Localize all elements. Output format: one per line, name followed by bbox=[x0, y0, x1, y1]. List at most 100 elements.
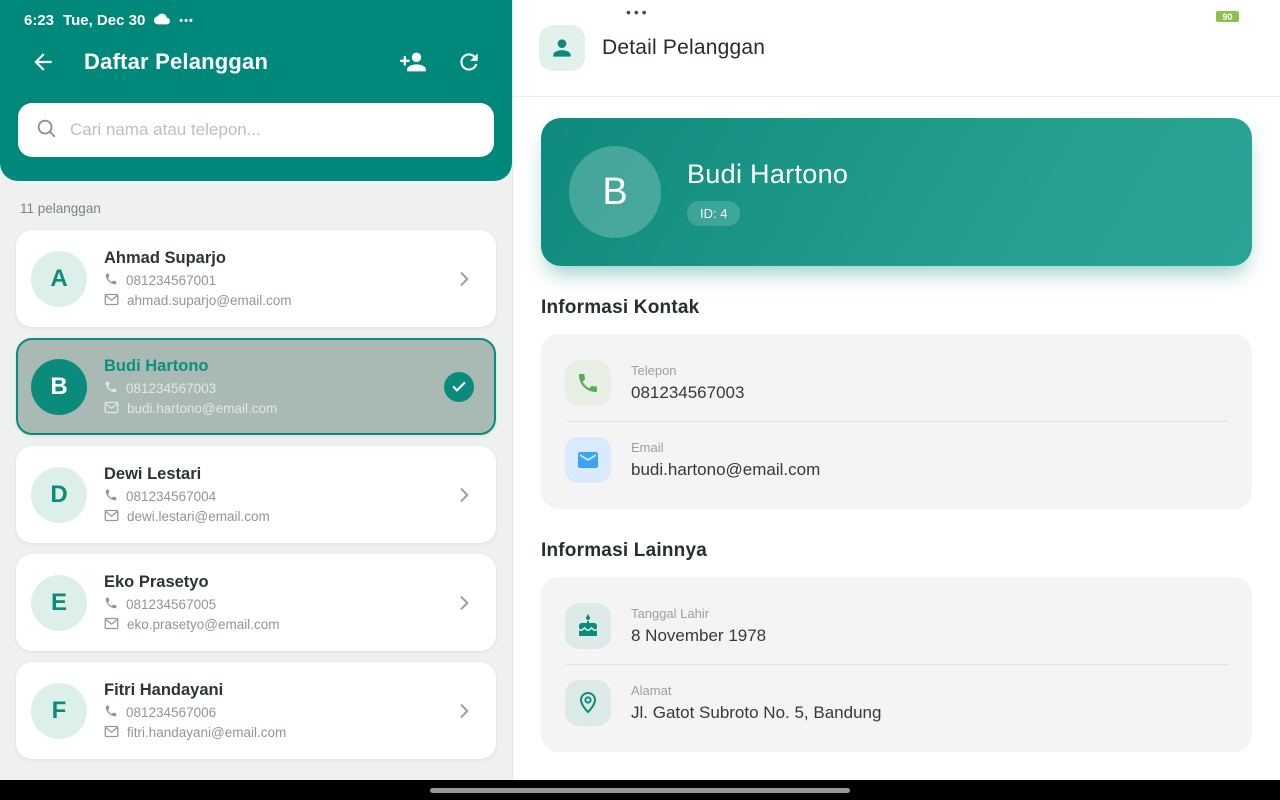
list-title: Daftar Pelanggan bbox=[84, 49, 268, 75]
customer-list: 11 pelanggan A Ahmad Suparjo 08123456700… bbox=[0, 181, 512, 780]
section-heading: Informasi Kontak bbox=[541, 297, 1252, 319]
customer-phone-row: 081234567005 bbox=[104, 596, 454, 613]
customer-email: ahmad.suparjo@email.com bbox=[127, 293, 292, 308]
refresh-button[interactable] bbox=[452, 45, 486, 79]
customer-email: fitri.handayani@email.com bbox=[127, 725, 286, 740]
cloud-icon bbox=[154, 12, 170, 29]
section-card: Tanggal Lahir 8 November 1978 Alamat Jl.… bbox=[541, 577, 1252, 752]
avatar: D bbox=[31, 467, 87, 523]
hero-avatar: B bbox=[569, 146, 661, 238]
customer-email-row: eko.prasetyo@email.com bbox=[104, 617, 454, 633]
section-heading: Informasi Lainnya bbox=[541, 540, 1252, 562]
person-icon bbox=[539, 25, 585, 71]
customer-name: Eko Prasetyo bbox=[104, 573, 454, 592]
customer-name: Fitri Handayani bbox=[104, 681, 454, 700]
back-button[interactable] bbox=[26, 45, 60, 79]
email-icon bbox=[565, 437, 611, 483]
chevron-right-icon bbox=[454, 485, 474, 505]
app-screen: 6:23 Tue, Dec 30 ••• Daftar Pelanggan bbox=[0, 0, 1280, 800]
phone-icon bbox=[565, 360, 611, 406]
bottom-nav-bar bbox=[0, 780, 1280, 800]
phone-icon bbox=[104, 596, 118, 613]
appbar: Daftar Pelanggan bbox=[0, 45, 512, 79]
detail-row: Tanggal Lahir 8 November 1978 bbox=[541, 589, 1252, 663]
status-notification-dots: ••• bbox=[179, 15, 194, 27]
customer-email-row: budi.hartono@email.com bbox=[104, 401, 444, 417]
phone-icon bbox=[104, 704, 118, 721]
status-bar: 6:23 Tue, Dec 30 ••• bbox=[0, 0, 512, 29]
detail-row-label: Alamat bbox=[631, 683, 881, 698]
detail-row-value: budi.hartono@email.com bbox=[631, 460, 820, 480]
customer-email-row: dewi.lestari@email.com bbox=[104, 509, 454, 525]
detail-section: Informasi Lainnya Tanggal Lahir 8 Novemb… bbox=[541, 540, 1252, 752]
customer-email: dewi.lestari@email.com bbox=[127, 509, 270, 524]
search-input[interactable] bbox=[70, 120, 477, 140]
section-card: Telepon 081234567003 Email budi.hartono@… bbox=[541, 334, 1252, 509]
customer-phone-row: 081234567006 bbox=[104, 704, 454, 721]
customer-list-item[interactable]: F Fitri Handayani 081234567006 fitri.han… bbox=[16, 662, 496, 759]
customer-phone: 081234567004 bbox=[126, 489, 216, 504]
avatar: E bbox=[31, 575, 87, 631]
location-icon bbox=[565, 680, 611, 726]
phone-icon bbox=[104, 488, 118, 505]
customer-phone: 081234567001 bbox=[126, 273, 216, 288]
customer-name: Dewi Lestari bbox=[104, 465, 454, 484]
chevron-right-icon bbox=[454, 701, 474, 721]
customer-email: budi.hartono@email.com bbox=[127, 401, 277, 416]
customer-list-item[interactable]: B Budi Hartono 081234567003 budi.hartono… bbox=[16, 338, 496, 435]
customer-phone-row: 081234567001 bbox=[104, 272, 454, 289]
customer-email: eko.prasetyo@email.com bbox=[127, 617, 280, 632]
window-drag-handle[interactable]: ••• bbox=[626, 4, 650, 20]
avatar: A bbox=[31, 251, 87, 307]
selected-check-icon bbox=[444, 372, 474, 402]
search-icon bbox=[35, 117, 57, 144]
email-icon bbox=[104, 509, 119, 525]
detail-row: Alamat Jl. Gatot Subroto No. 5, Bandung bbox=[541, 666, 1252, 740]
search-bar[interactable] bbox=[18, 103, 494, 157]
detail-row: Email budi.hartono@email.com bbox=[541, 423, 1252, 497]
customer-name: Budi Hartono bbox=[104, 357, 444, 376]
customer-id-badge: ID: 4 bbox=[687, 201, 740, 226]
customer-hero-card: B Budi Hartono ID: 4 bbox=[541, 118, 1252, 266]
customer-name: Ahmad Suparjo bbox=[104, 249, 454, 268]
detail-row-label: Tanggal Lahir bbox=[631, 606, 766, 621]
detail-row-label: Telepon bbox=[631, 363, 744, 378]
customer-phone: 081234567006 bbox=[126, 705, 216, 720]
detail-row-label: Email bbox=[631, 440, 820, 455]
email-icon bbox=[104, 293, 119, 309]
hero-customer-name: Budi Hartono bbox=[687, 159, 848, 190]
customer-email-row: ahmad.suparjo@email.com bbox=[104, 293, 454, 309]
customer-list-panel: 6:23 Tue, Dec 30 ••• Daftar Pelanggan bbox=[0, 0, 512, 780]
customer-phone: 081234567003 bbox=[126, 381, 216, 396]
detail-row-value: 081234567003 bbox=[631, 383, 744, 403]
chevron-right-icon bbox=[454, 269, 474, 289]
customer-list-item[interactable]: D Dewi Lestari 081234567004 dewi.lestari… bbox=[16, 446, 496, 543]
detail-row-value: Jl. Gatot Subroto No. 5, Bandung bbox=[631, 703, 881, 723]
email-icon bbox=[104, 725, 119, 741]
add-customer-button[interactable] bbox=[396, 45, 430, 79]
email-icon bbox=[104, 401, 119, 417]
detail-title: Detail Pelanggan bbox=[602, 36, 765, 60]
list-header: 6:23 Tue, Dec 30 ••• Daftar Pelanggan bbox=[0, 0, 512, 181]
customer-phone-row: 081234567003 bbox=[104, 380, 444, 397]
avatar: B bbox=[31, 359, 87, 415]
detail-content: B Budi Hartono ID: 4 Informasi Kontak Te… bbox=[513, 97, 1280, 752]
customer-list-item[interactable]: E Eko Prasetyo 081234567005 eko.prasetyo… bbox=[16, 554, 496, 651]
status-date: Tue, Dec 30 bbox=[63, 12, 145, 29]
email-icon bbox=[104, 617, 119, 633]
gesture-bar[interactable] bbox=[430, 788, 850, 793]
customer-phone-row: 081234567004 bbox=[104, 488, 454, 505]
detail-section: Informasi Kontak Telepon 081234567003 Em… bbox=[541, 297, 1252, 509]
detail-row-value: 8 November 1978 bbox=[631, 626, 766, 646]
customer-count: 11 pelanggan bbox=[20, 201, 492, 216]
status-time: 6:23 bbox=[24, 12, 54, 29]
chevron-right-icon bbox=[454, 593, 474, 613]
detail-panel: Detail Pelanggan B Budi Hartono ID: 4 In… bbox=[512, 0, 1280, 780]
customer-list-item[interactable]: A Ahmad Suparjo 081234567001 ahmad.supar… bbox=[16, 230, 496, 327]
customer-phone: 081234567005 bbox=[126, 597, 216, 612]
row-divider bbox=[565, 664, 1228, 665]
customer-email-row: fitri.handayani@email.com bbox=[104, 725, 454, 741]
cake-icon bbox=[565, 603, 611, 649]
avatar: F bbox=[31, 683, 87, 739]
row-divider bbox=[565, 421, 1228, 422]
